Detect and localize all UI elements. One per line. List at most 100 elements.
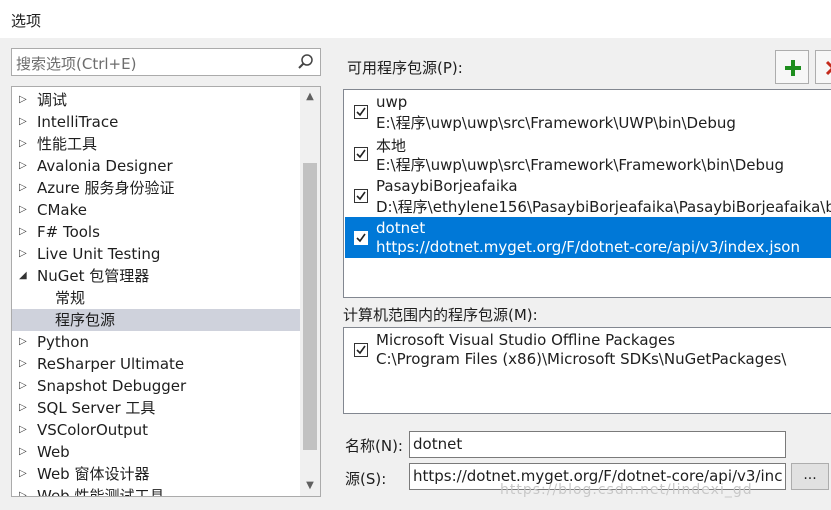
- tree-item[interactable]: ▷ ReSharper Ultimate: [12, 353, 300, 375]
- tree-item-label: 程序包源: [55, 311, 116, 329]
- scroll-up-icon[interactable]: ▲: [300, 87, 320, 107]
- tree-item-label: F# Tools: [37, 223, 100, 241]
- tree-item-label: Snapshot Debugger: [37, 377, 187, 395]
- collapsed-arrow-icon[interactable]: ▷: [19, 441, 33, 463]
- tree-item-label: Avalonia Designer: [37, 157, 173, 175]
- source-url: C:\Program Files (x86)\Microsoft SDKs\Nu…: [376, 350, 787, 368]
- source-name: PasaybiBorjeafaika: [376, 177, 518, 195]
- collapsed-arrow-icon[interactable]: ▷: [19, 111, 33, 133]
- collapsed-arrow-icon[interactable]: ▷: [19, 375, 33, 397]
- checkmark-icon: [356, 233, 366, 243]
- plus-icon: [785, 60, 801, 76]
- available-sources-label: 可用程序包源(P):: [347, 59, 463, 77]
- collapsed-arrow-icon[interactable]: ▷: [19, 331, 33, 353]
- tree-item-label: 性能工具: [37, 135, 98, 153]
- source-list-item[interactable]: PasaybiBorjeafaika D:\程序\ethylene156\Pasa…: [345, 175, 831, 216]
- checkmark-icon: [356, 345, 366, 355]
- collapsed-arrow-icon[interactable]: ▷: [19, 419, 33, 441]
- tree-item-label: NuGet 包管理器: [37, 267, 150, 285]
- tree-item[interactable]: ▷ Web 性能测试工具: [12, 485, 300, 497]
- scroll-down-icon[interactable]: ▼: [300, 476, 320, 496]
- tree-item[interactable]: ◢ NuGet 包管理器: [12, 265, 300, 287]
- tree-item[interactable]: ▷ Python: [12, 331, 300, 353]
- name-label: 名称(N):: [345, 437, 403, 455]
- tree-item[interactable]: ▷ Azure 服务身份验证: [12, 177, 300, 199]
- source-url: E:\程序\uwp\uwp\src\Framework\Framework\bi…: [376, 156, 785, 174]
- collapsed-arrow-icon[interactable]: ▷: [19, 199, 33, 221]
- source-url: D:\程序\ethylene156\PasaybiBorjeafaika\Pas…: [376, 198, 831, 216]
- collapsed-arrow-icon[interactable]: ▷: [19, 463, 33, 485]
- source-url: https://dotnet.myget.org/F/dotnet-core/a…: [376, 238, 800, 256]
- search-placeholder: 搜索选项(Ctrl+E): [16, 55, 137, 73]
- source-checkbox[interactable]: [354, 231, 368, 245]
- machine-sources-list[interactable]: Microsoft Visual Studio Offline Packages…: [343, 327, 831, 414]
- expanded-arrow-icon[interactable]: ◢: [19, 265, 33, 287]
- source-checkbox[interactable]: [354, 189, 368, 203]
- source-list-item[interactable]: uwp E:\程序\uwp\uwp\src\Framework\UWP\bin\D…: [345, 91, 831, 132]
- tree-item-label: Live Unit Testing: [37, 245, 161, 263]
- collapsed-arrow-icon[interactable]: ▷: [19, 397, 33, 419]
- tree-item[interactable]: ▷ 性能工具: [12, 133, 300, 155]
- tree-item[interactable]: ▷ Web 窗体设计器: [12, 463, 300, 485]
- watermark: https://blog.csdn.net/lindexi_gd: [500, 482, 753, 498]
- tree-item[interactable]: 程序包源: [12, 309, 300, 331]
- tree-item-label: Python: [37, 333, 89, 351]
- tree-item-label: 常规: [55, 289, 86, 307]
- collapsed-arrow-icon[interactable]: ▷: [19, 485, 33, 496]
- tree-item[interactable]: ▷ Avalonia Designer: [12, 155, 300, 177]
- collapsed-arrow-icon[interactable]: ▷: [19, 177, 33, 199]
- tree-item-label: IntelliTrace: [37, 113, 119, 131]
- available-sources-list[interactable]: uwp E:\程序\uwp\uwp\src\Framework\UWP\bin\D…: [343, 89, 831, 298]
- tree-item[interactable]: ▷ VSColorOutput: [12, 419, 300, 441]
- search-input[interactable]: 搜索选项(Ctrl+E): [11, 48, 321, 76]
- source-label: 源(S):: [345, 470, 387, 488]
- tree-item[interactable]: ▷ 调试: [12, 89, 300, 111]
- source-name: uwp: [376, 93, 408, 111]
- tree-items: ▷ 调试 ▷ IntelliTrace ▷ 性能工具 ▷ Avalonia Designer ▷…: [12, 89, 300, 497]
- tree-item-label: VSColorOutput: [37, 421, 149, 439]
- collapsed-arrow-icon[interactable]: ▷: [19, 221, 33, 243]
- source-name: dotnet: [376, 219, 426, 237]
- collapsed-arrow-icon[interactable]: ▷: [19, 133, 33, 155]
- tree-item[interactable]: ▷ CMake: [12, 199, 300, 221]
- tree-item-label: Web 性能测试工具: [37, 487, 165, 497]
- remove-source-button[interactable]: [815, 50, 831, 84]
- tree-item[interactable]: ▷ Snapshot Debugger: [12, 375, 300, 397]
- source-name: 本地: [376, 137, 407, 155]
- source-checkbox[interactable]: [354, 343, 368, 357]
- source-list-item[interactable]: Microsoft Visual Studio Offline Packages…: [345, 329, 831, 370]
- tree-item-label: CMake: [37, 201, 87, 219]
- tree-item-label: Web 窗体设计器: [37, 465, 150, 483]
- collapsed-arrow-icon[interactable]: ▷: [19, 243, 33, 265]
- window-title: 选项: [0, 0, 831, 38]
- name-field[interactable]: dotnet: [409, 431, 786, 458]
- checkmark-icon: [356, 191, 366, 201]
- machine-sources-label: 计算机范围内的程序包源(M):: [343, 306, 538, 324]
- tree-item-label: Web: [37, 443, 70, 461]
- source-checkbox[interactable]: [354, 105, 368, 119]
- options-tree[interactable]: ▷ 调试 ▷ IntelliTrace ▷ 性能工具 ▷ Avalonia Designer ▷…: [11, 86, 321, 497]
- tree-item[interactable]: ▷ IntelliTrace: [12, 111, 300, 133]
- search-icon[interactable]: [296, 52, 316, 72]
- add-source-button[interactable]: [775, 50, 809, 84]
- tree-item[interactable]: ▷ SQL Server 工具: [12, 397, 300, 419]
- source-list-item[interactable]: dotnet https://dotnet.myget.org/F/dotnet-…: [345, 217, 831, 258]
- tree-item-label: 调试: [37, 91, 68, 109]
- collapsed-arrow-icon[interactable]: ▷: [19, 155, 33, 177]
- collapsed-arrow-icon[interactable]: ▷: [19, 89, 33, 111]
- source-url: E:\程序\uwp\uwp\src\Framework\UWP\bin\Debu…: [376, 114, 736, 132]
- tree-item[interactable]: ▷ Live Unit Testing: [12, 243, 300, 265]
- tree-item[interactable]: ▷ F# Tools: [12, 221, 300, 243]
- scroll-thumb[interactable]: [303, 163, 317, 450]
- source-checkbox[interactable]: [354, 147, 368, 161]
- collapsed-arrow-icon[interactable]: ▷: [19, 353, 33, 375]
- tree-item[interactable]: 常规: [12, 287, 300, 309]
- source-name: Microsoft Visual Studio Offline Packages: [376, 331, 676, 349]
- checkmark-icon: [356, 107, 366, 117]
- tree-scrollbar[interactable]: ▲ ▼: [300, 87, 320, 496]
- checkmark-icon: [356, 149, 366, 159]
- source-list-item[interactable]: 本地 E:\程序\uwp\uwp\src\Framework\Framework\…: [345, 133, 831, 174]
- tree-item[interactable]: ▷ Web: [12, 441, 300, 463]
- browse-button[interactable]: ...: [791, 463, 829, 490]
- tree-item-label: Azure 服务身份验证: [37, 179, 175, 197]
